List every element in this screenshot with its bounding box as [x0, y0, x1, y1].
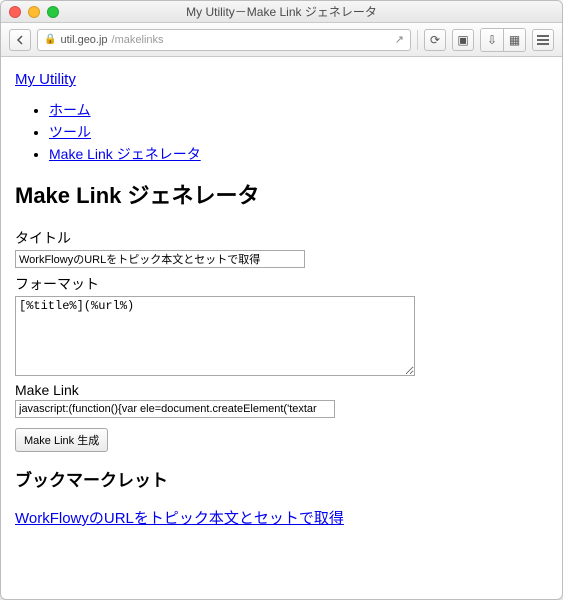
format-textarea[interactable] [15, 296, 415, 376]
back-button[interactable] [9, 29, 31, 51]
generate-button[interactable]: Make Link 生成 [15, 428, 108, 452]
nav-item-home[interactable]: ホーム [49, 102, 91, 118]
toolbar-separator [417, 30, 418, 50]
nav-item-makelink[interactable]: Make Link ジェネレータ [49, 146, 201, 162]
window-title: My Utility－Make Link ジェネレータ [1, 3, 562, 20]
breadcrumb-nav: ホーム ツール Make Link ジェネレータ [15, 100, 548, 164]
title-label: タイトル [15, 228, 548, 248]
url-path: /makelinks [112, 34, 164, 46]
site-title-link[interactable]: My Utility [15, 71, 76, 88]
bookmarklet-link[interactable]: WorkFlowyのURLをトピック本文とセットで取得 [15, 507, 344, 528]
browser-toolbar: 🔒 util.geo.jp/makelinks ↗ ⟳ ▣ ⇩ ▦ [1, 23, 562, 57]
reader-button[interactable]: ▣ [452, 29, 474, 51]
url-domain: util.geo.jp [60, 34, 107, 46]
address-bar[interactable]: 🔒 util.geo.jp/makelinks ↗ [37, 29, 411, 51]
grid-button[interactable]: ▦ [503, 29, 525, 51]
makelink-input[interactable] [15, 400, 335, 418]
page-title: Make Link ジェネレータ [15, 178, 548, 210]
reload-button[interactable]: ⟳ [424, 29, 446, 51]
toolbar-group: ⇩ ▦ [480, 28, 526, 52]
makelink-label: Make Link [15, 382, 548, 398]
bookmarklet-heading: ブックマークレット [15, 466, 548, 491]
menu-button[interactable] [532, 29, 554, 51]
close-window-button[interactable] [9, 6, 21, 18]
lock-icon: 🔒 [44, 34, 56, 45]
minimize-window-button[interactable] [28, 6, 40, 18]
window-titlebar: My Utility－Make Link ジェネレータ [1, 1, 562, 23]
window-controls [9, 6, 59, 18]
share-icon[interactable]: ↗ [395, 33, 404, 46]
title-input[interactable] [15, 250, 305, 268]
format-label: フォーマット [15, 274, 548, 294]
nav-item-tools[interactable]: ツール [49, 124, 91, 140]
zoom-window-button[interactable] [47, 6, 59, 18]
download-button[interactable]: ⇩ [481, 29, 503, 51]
page-content: My Utility ホーム ツール Make Link ジェネレータ Make… [1, 57, 562, 599]
